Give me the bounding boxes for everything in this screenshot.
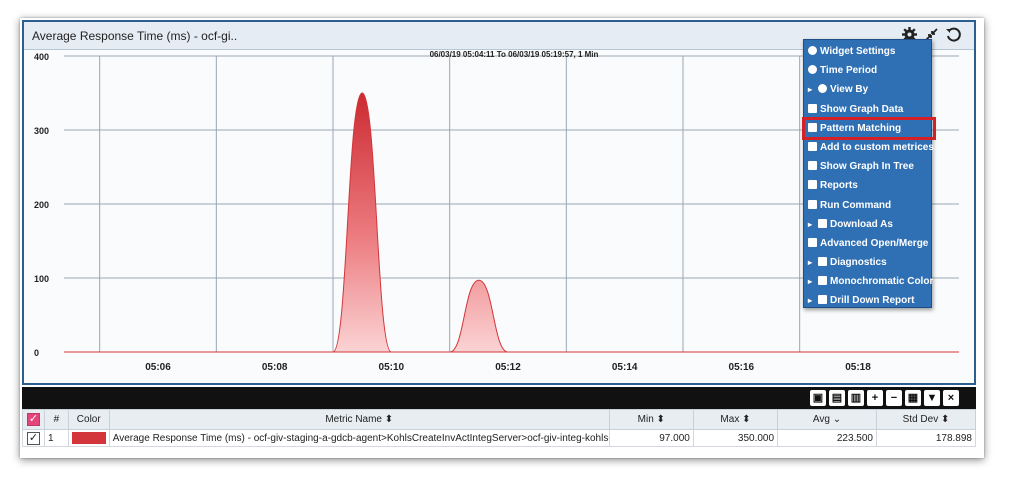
menu-item-label: Reports [820, 180, 858, 192]
menu-item-label: Show Graph In Tree [820, 161, 914, 173]
row-checkbox-cell[interactable]: ✓ [22, 429, 45, 447]
menu-item-download-as[interactable]: ▸ Download As [804, 215, 931, 234]
grid-icon[interactable]: ▦ [905, 390, 921, 406]
menu-item-label: Download As [830, 218, 893, 230]
row-metric-name: Average Response Time (ms) - ocf-giv-sta… [108, 429, 610, 447]
row-color-cell [67, 429, 110, 447]
menu-item-widget-settings[interactable]: Widget Settings [804, 42, 931, 61]
menu-item-advanced-open-merge[interactable]: Advanced Open/Merge [804, 234, 931, 253]
y-tick-label: 400 [34, 52, 49, 62]
window-icon [808, 237, 817, 247]
y-axis: 400 300 200 100 0 [34, 52, 49, 358]
menu-item-show-graph-in-tree[interactable]: Show Graph In Tree [804, 157, 931, 176]
window-icon [818, 295, 827, 305]
menu-item-label: Drill Down Report [830, 295, 915, 307]
plus-icon[interactable]: + [867, 390, 883, 406]
x-tick-label: 05:08 [262, 362, 288, 373]
submenu-caret-icon: ▸ [808, 277, 813, 287]
window-icon [808, 161, 817, 171]
row-min: 97.000 [608, 429, 694, 447]
x-tick-label: 05:16 [729, 362, 755, 373]
window-icon [808, 199, 817, 209]
menu-item-diagnostics[interactable]: ▸ Diagnostics [804, 253, 931, 272]
select-all-checkbox[interactable]: ✓ [26, 413, 40, 426]
submenu-caret-icon: ▸ [808, 219, 813, 229]
filter-icon[interactable]: ▼ [924, 390, 940, 406]
chart-subtitle: 06/03/19 05:04:11 To 06/03/19 05:19:57, … [430, 50, 599, 59]
window-icon [818, 218, 827, 228]
row-std-dev: 178.898 [876, 429, 976, 447]
menu-item-run-command[interactable]: Run Command [804, 196, 931, 215]
x-tick-label: 05:06 [145, 362, 171, 373]
menu-item-label: Advanced Open/Merge [820, 237, 929, 249]
select-all-checkbox-cell[interactable]: ✓ [22, 409, 45, 430]
export-icon[interactable]: ▥ [848, 390, 864, 406]
widget-title: Average Response Time (ms) - ocf-gi.. [32, 29, 238, 43]
menu-item-reports[interactable]: Reports [804, 176, 931, 195]
y-tick-label: 0 [34, 348, 39, 358]
menu-item-label: Diagnostics [830, 257, 887, 269]
x-tick-label: 05:14 [612, 362, 638, 373]
row-index: 1 [43, 429, 69, 447]
excel-icon[interactable]: ▤ [829, 390, 845, 406]
menu-item-show-graph-data[interactable]: Show Graph Data [804, 100, 931, 119]
color-swatch[interactable] [71, 432, 106, 444]
menu-item-view-by[interactable]: ▸ View By [804, 80, 931, 99]
menu-item-monochromatic-color[interactable]: ▸ Monochromatic Color [804, 272, 934, 291]
refresh-icon [808, 46, 817, 55]
window-icon [808, 180, 817, 190]
context-menu: Widget Settings Time Period ▸ View By Show G… [802, 39, 936, 310]
std-dev-header[interactable]: Std Dev ⬍ [876, 409, 976, 430]
y-tick-label: 100 [34, 274, 49, 284]
window-icon [808, 141, 817, 151]
refresh-icon[interactable] [945, 26, 962, 43]
menu-item-label: Widget Settings [820, 46, 896, 57]
min-header[interactable]: Min ⬍ [608, 409, 694, 430]
submenu-caret-icon: ▸ [808, 296, 813, 306]
metric-name-header[interactable]: Metric Name ⬍ [108, 409, 610, 430]
eye-icon [818, 84, 827, 94]
close-icon[interactable]: × [943, 390, 959, 406]
menu-item-label: Show Graph Data [820, 103, 904, 115]
window-icon [808, 103, 817, 113]
menu-item-label: Time Period [820, 65, 878, 77]
menu-item-label: Pattern Matching [820, 122, 902, 134]
metrics-table: ✓ # Color Metric Name ⬍ Min ⬍ Max ⬍ Avg … [22, 409, 976, 447]
x-axis: 05:06 05:08 05:10 05:12 05:14 05:16 05:18 [145, 362, 871, 373]
window-icon [808, 122, 817, 132]
y-tick-label: 200 [34, 200, 49, 210]
submenu-caret-icon: ▸ [808, 258, 813, 268]
minus-icon[interactable]: − [886, 390, 902, 406]
table-header-row: ✓ # Color Metric Name ⬍ Min ⬍ Max ⬍ Avg … [22, 409, 976, 430]
menu-item-label: View By [830, 84, 869, 96]
menu-item-pattern-matching[interactable]: Pattern Matching [802, 116, 936, 140]
submenu-caret-icon: ▸ [808, 85, 813, 95]
window-icon [818, 257, 827, 267]
pdf-icon[interactable]: ▣ [810, 390, 826, 406]
row-max: 350.000 [692, 429, 779, 447]
max-header[interactable]: Max ⬍ [692, 409, 779, 430]
color-header: Color [67, 409, 110, 430]
menu-item-label: Monochromatic Color [830, 276, 934, 288]
menu-item-label: Add to custom metrices [820, 141, 934, 153]
menu-item-add-to-custom-metrices[interactable]: Add to custom metrices [804, 138, 934, 157]
clock-icon [808, 65, 817, 75]
avg-header[interactable]: Avg ⌄ [777, 409, 877, 430]
y-tick-label: 300 [34, 126, 49, 136]
x-tick-label: 05:10 [379, 362, 405, 373]
menu-item-time-period[interactable]: Time Period [804, 61, 931, 80]
x-tick-label: 05:12 [495, 362, 521, 373]
table-toolbar: ▣ ▤ ▥ + − ▦ ▼ × [22, 387, 976, 409]
brush-icon [818, 276, 827, 286]
x-tick-label: 05:18 [845, 362, 871, 373]
index-header: # [43, 409, 69, 430]
menu-item-label: Run Command [820, 199, 892, 211]
row-avg: 223.500 [777, 429, 877, 447]
row-checkbox[interactable]: ✓ [26, 431, 40, 445]
table-row[interactable]: ✓ 1 Average Response Time (ms) - ocf-giv… [22, 429, 976, 447]
menu-item-drill-down-report[interactable]: ▸ Drill Down Report [804, 291, 931, 310]
